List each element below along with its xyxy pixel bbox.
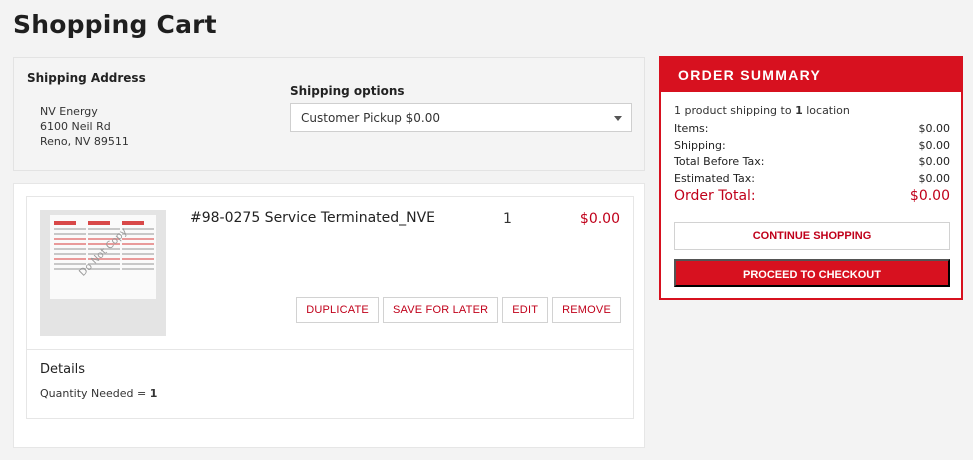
details-heading: Details (40, 362, 86, 377)
summary-row-shipping: Shipping: $0.00 (674, 139, 950, 152)
item-actions: DUPLICATE SAVE FOR LATER EDIT REMOVE (296, 297, 621, 323)
shipping-options-heading: Shipping options (290, 84, 405, 98)
summary-row-estimated-tax: Estimated Tax: $0.00 (674, 172, 950, 185)
quantity-needed: Quantity Needed = 1 (40, 387, 157, 400)
address-line: NV Energy (40, 105, 98, 118)
edit-button[interactable]: EDIT (502, 297, 549, 323)
order-total-value: $0.00 (909, 188, 950, 204)
quantity-needed-label: Quantity Needed = (40, 387, 150, 400)
quantity-needed-value: 1 (149, 387, 158, 400)
item-price: $0.00 (579, 211, 620, 227)
proceed-to-checkout-button[interactable]: PROCEED TO CHECKOUT (674, 259, 950, 287)
cart-item: Do Not Copy #98-0275 Service Terminated_… (26, 196, 634, 419)
order-summary-heading: ORDER SUMMARY (661, 58, 961, 92)
shipping-address-heading: Shipping Address (27, 71, 146, 85)
remove-button[interactable]: REMOVE (552, 297, 621, 323)
address-line: 6100 Neil Rd (40, 120, 111, 133)
shipping-panel: Shipping Address NV Energy 6100 Neil Rd … (13, 57, 645, 171)
summary-row-items: Items: $0.00 (674, 122, 950, 135)
duplicate-button[interactable]: DUPLICATE (296, 297, 379, 323)
summary-value: $0.00 (918, 139, 951, 152)
summary-label: Shipping: (674, 139, 726, 152)
shipping-options-select[interactable]: Customer Pickup $0.00 (290, 103, 632, 132)
order-summary: ORDER SUMMARY 1 product shipping to 1 lo… (659, 56, 963, 300)
divider (27, 349, 633, 350)
thumbnail-document: Do Not Copy (50, 215, 156, 299)
shipping-options-value: Customer Pickup $0.00 (301, 111, 440, 125)
summary-row-order-total: Order Total: $0.00 (674, 188, 950, 204)
caret-down-icon (614, 116, 622, 121)
summary-value: $0.00 (918, 122, 951, 135)
item-quantity: 1 (503, 211, 512, 227)
item-name[interactable]: #98-0275 Service Terminated_NVE (190, 210, 435, 226)
continue-shopping-button[interactable]: CONTINUE SHOPPING (674, 222, 950, 250)
item-thumbnail[interactable]: Do Not Copy (40, 210, 166, 336)
summary-label: Total Before Tax: (674, 155, 765, 168)
cart-items-panel: Do Not Copy #98-0275 Service Terminated_… (13, 183, 645, 448)
summary-value: $0.00 (918, 172, 951, 185)
order-total-label: Order Total: (674, 188, 756, 204)
summary-row-total-before-tax: Total Before Tax: $0.00 (674, 155, 950, 168)
address-line: Reno, NV 89511 (40, 135, 129, 148)
page-title: Shopping Cart (13, 10, 217, 39)
shipping-address: NV Energy 6100 Neil Rd Reno, NV 89511 (40, 104, 129, 149)
summary-label: Items: (674, 122, 709, 135)
save-for-later-button[interactable]: SAVE FOR LATER (382, 297, 499, 323)
shipping-summary-line: 1 product shipping to 1 location (674, 104, 850, 117)
summary-value: $0.00 (918, 155, 951, 168)
summary-label: Estimated Tax: (674, 172, 755, 185)
